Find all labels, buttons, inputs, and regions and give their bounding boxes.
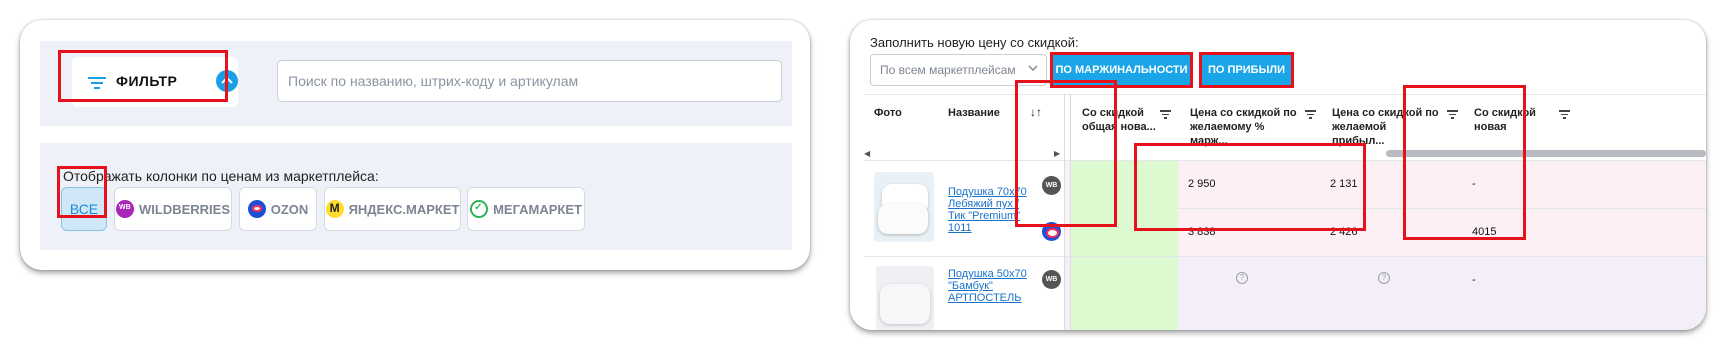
wildberries-icon: WB xyxy=(1042,270,1061,289)
highlight-discount-total-new-box xyxy=(1015,80,1117,227)
chip-label: МЕГАМАРКЕТ xyxy=(493,201,582,217)
highlight-all-chip-box xyxy=(57,166,107,218)
filter-icon[interactable] xyxy=(1559,110,1570,121)
chip-label: OZON xyxy=(270,201,309,217)
marketplace-chip-yandex-market[interactable]: М ЯНДЕКС.МАРКЕТ xyxy=(324,187,461,231)
select-value: По всем маркетплейсам xyxy=(880,63,1016,77)
pricing-card: Заполнить новую цену со скидкой: По всем… xyxy=(850,20,1706,330)
chevron-down-icon xyxy=(1028,65,1038,72)
product-image xyxy=(874,172,934,242)
chip-label: WILDBERRIES xyxy=(139,201,230,217)
column-header-photo[interactable]: Фото xyxy=(864,94,934,150)
marketplace-caption: Отображать колонки по ценам из маркетпле… xyxy=(63,168,379,184)
header-label: Фото xyxy=(874,107,902,119)
wildberries-icon: WB xyxy=(116,200,134,218)
highlight-discount-new-box xyxy=(1403,85,1526,240)
highlight-profit-button-box xyxy=(1199,52,1294,88)
question-icon[interactable]: ? xyxy=(1378,272,1390,284)
filter-icon[interactable] xyxy=(1160,110,1171,121)
filter-card: ФИЛЬТР Отображать колонки по ценам из ма… xyxy=(20,20,810,270)
header-label: Название xyxy=(948,107,1000,119)
marketplace-panel: Отображать колонки по ценам из маркетпле… xyxy=(40,143,792,250)
yandex-market-icon: М xyxy=(325,200,344,218)
marketplace-chip-megamarket[interactable]: ✓ МЕГАМАРКЕТ xyxy=(467,187,585,231)
ozon-icon xyxy=(247,200,266,218)
highlight-filter-box xyxy=(58,50,228,102)
scroll-left-icon[interactable]: ◀ xyxy=(864,149,871,158)
discount-new-value: - xyxy=(1472,274,1476,286)
search-input[interactable] xyxy=(278,61,781,101)
row-divider xyxy=(864,256,1706,257)
chip-label: ЯНДЕКС.МАРКЕТ xyxy=(348,201,460,217)
search-field[interactable] xyxy=(277,60,782,102)
product-link[interactable]: Подушка 50х70 "Бамбук" АРТПОСТЕЛЬ xyxy=(948,268,1028,304)
product-image xyxy=(876,266,934,330)
highlight-calculated-prices-box xyxy=(1134,143,1366,231)
question-icon[interactable]: ? xyxy=(1236,272,1248,284)
fill-price-caption: Заполнить новую цену со скидкой: xyxy=(870,35,1079,50)
header-label: Цена со скидкой по желаемому % марж... xyxy=(1190,107,1297,147)
filter-icon[interactable] xyxy=(1305,110,1316,121)
megamarket-icon: ✓ xyxy=(470,200,489,218)
marketplace-chip-ozon[interactable]: OZON xyxy=(239,187,317,231)
column-header-price-margin[interactable]: Цена со скидкой по желаемому % марж... xyxy=(1180,94,1322,150)
marketplace-chip-wildberries[interactable]: WB WILDBERRIES xyxy=(114,187,232,231)
